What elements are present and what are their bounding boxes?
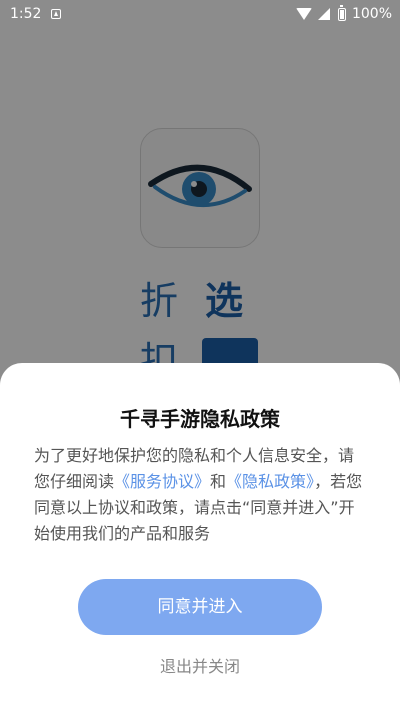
signal-icon (317, 8, 330, 20)
privacy-policy-link[interactable]: 《隐私政策》 (226, 472, 314, 491)
agree-and-enter-button[interactable]: 同意并进入 (78, 579, 322, 635)
wifi-icon (295, 8, 312, 20)
battery-percent: 100% (351, 6, 392, 22)
status-right: 100% (295, 4, 392, 22)
battery-icon (337, 4, 346, 21)
dialog-title: 千寻手游隐私政策 (120, 407, 280, 431)
privacy-dialog: 千寻手游隐私政策 为了更好地保护您的隐私和个人信息安全，请您仔细阅读《服务协议》… (0, 363, 400, 710)
service-agreement-link[interactable]: 《服务协议》 (114, 472, 210, 491)
notification-icon (51, 9, 62, 19)
exit-and-close-button[interactable]: 退出并关闭 (0, 653, 400, 677)
status-time: 1:52 (10, 6, 42, 22)
status-left: 1:52 (10, 6, 62, 22)
app-screen: 1:52 100% 折 选 扣 千寻手游隐私政策 为了更好地保护您的隐私和个人信… (0, 0, 400, 710)
status-bar: 1:52 100% (0, 0, 400, 28)
body-text-2: 和 (210, 472, 227, 491)
dialog-body: 为了更好地保护您的隐私和个人信息安全，请您仔细阅读《服务协议》和《隐私政策》，若… (34, 443, 368, 547)
